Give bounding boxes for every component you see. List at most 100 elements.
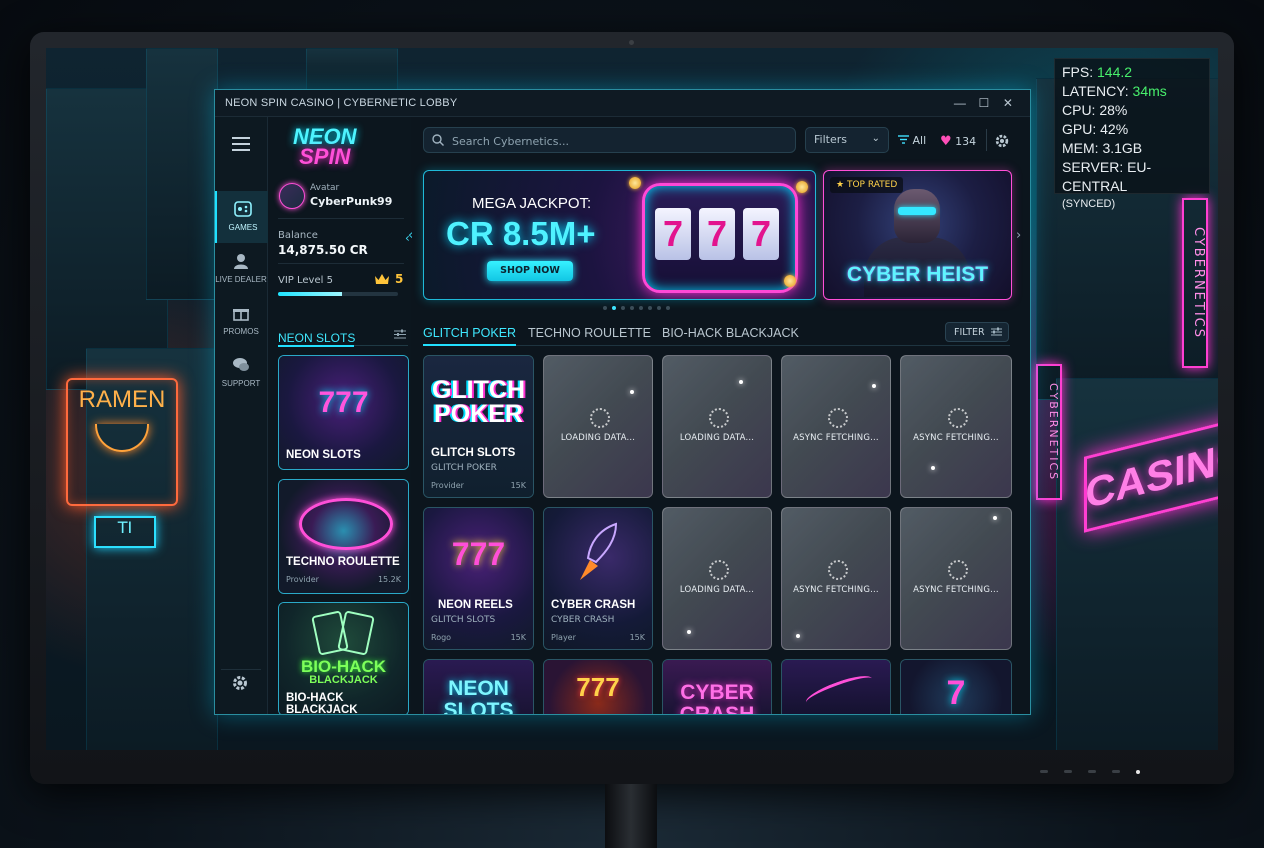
spinner-icon	[709, 559, 729, 580]
card-art	[424, 508, 533, 649]
game-card-lucky-7[interactable]: 7	[900, 659, 1012, 714]
card-meta: Provider 15K	[431, 481, 526, 490]
filter-button-label: FILTER	[954, 327, 985, 338]
game-card-roulette-777[interactable]: 777	[543, 659, 653, 714]
provider-label: Player	[551, 633, 576, 642]
filter-all-toggle[interactable]: All	[898, 134, 926, 147]
rail-item-support[interactable]: SUPPORT	[215, 347, 267, 399]
game-category-tabs: GLITCH POKER TECHNO ROULETTE BIO-HACK BL…	[423, 326, 1010, 346]
tab-neon-slots[interactable]: NEON SLOTS	[278, 331, 355, 345]
search-input[interactable]	[450, 132, 784, 150]
carousel-dot[interactable]	[648, 306, 652, 310]
card-title: CYBER CRASH	[551, 599, 636, 611]
gear-icon[interactable]	[994, 133, 1010, 149]
sliders-icon	[991, 327, 1002, 336]
visor-illustration	[898, 207, 936, 215]
window-title: NEON SPIN CASINO | CYBERNETIC LOBBY	[225, 97, 458, 109]
server-readout: SERVER: EU-CENTRAL	[1062, 159, 1152, 194]
crown-icon	[375, 274, 389, 284]
card-title: NEON SLOTS	[286, 449, 361, 461]
carousel-dot[interactable]	[612, 306, 616, 310]
tab-glitch-poker[interactable]: GLITCH POKER	[423, 326, 517, 346]
coin-icon	[784, 275, 796, 287]
game-card-rocket[interactable]	[781, 659, 891, 714]
sliders-icon[interactable]	[394, 329, 406, 340]
favorites-counter[interactable]: ♥ 134	[940, 134, 976, 149]
loading-text: LOADING DATA...	[679, 432, 755, 443]
sync-status: (SYNCED)	[1062, 198, 1116, 210]
mem-readout: MEM: 3.1GB	[1062, 140, 1143, 156]
avatar[interactable]	[279, 183, 305, 209]
menu-icon[interactable]	[232, 137, 250, 151]
carousel-dot[interactable]	[666, 306, 670, 310]
balance-value: 14,875.50 CR	[278, 243, 368, 257]
game-card-neon-slots-2[interactable]: NEON SLOTS	[423, 659, 534, 714]
rail-label: PROMOS	[223, 327, 259, 336]
carousel-next-chevron-icon[interactable]: ›	[1016, 228, 1021, 243]
building	[146, 48, 218, 300]
side-section-header: NEON SLOTS	[278, 327, 408, 346]
title-bar: NEON SPIN CASINO | CYBERNETIC LOBBY — ☐ …	[215, 90, 1030, 117]
carousel-dot[interactable]	[603, 306, 607, 310]
card-meta: Provider 15.2K	[286, 575, 401, 584]
jackpot-amount: CR 8.5M+	[446, 215, 596, 252]
filter-button[interactable]: FILTER	[945, 322, 1009, 342]
sparkle	[739, 380, 743, 384]
search-bar[interactable]	[423, 127, 796, 153]
game-card-techno-roulette[interactable]: TECHNO ROULETTE Provider 15.2K	[278, 479, 409, 594]
loading-skeleton-tile: ASYNC FETCHING...	[781, 507, 891, 650]
card-art-title: 777	[576, 672, 620, 702]
tab-bio-hack-blackjack[interactable]: BIO-HACK BLACKJACK	[662, 326, 799, 340]
carousel-dot[interactable]	[657, 306, 661, 310]
slot-reels-art: 777	[451, 536, 506, 572]
settings-gear-icon[interactable]	[231, 674, 249, 692]
jackpot-banner[interactable]: MEGA JACKPOT: CR 8.5M+ SHOP NOW 7 7 7	[423, 170, 816, 300]
game-card-cyber-crash-2[interactable]: CYBER CRASH	[662, 659, 772, 714]
spinner-icon	[828, 407, 848, 428]
filter-all-label: All	[912, 134, 927, 147]
carousel-dot[interactable]	[621, 306, 625, 310]
loading-text: LOADING DATA...	[679, 584, 755, 595]
game-card-glitch-slots[interactable]: GLITCH POKER GLITCH SLOTS GLITCH POKER Pr…	[423, 355, 534, 498]
game-card-neon-reels[interactable]: 777 NEON REELS GLITCH SLOTS Rogo 15K	[423, 507, 534, 650]
maximize-button[interactable]: ☐	[972, 96, 996, 110]
players-count: 15K	[510, 481, 526, 490]
game-card-cyber-crash[interactable]: CYBER CRASH CYBER CRASH Player 15K	[543, 507, 653, 650]
rail-item-games[interactable]: GAMES	[215, 191, 269, 243]
rail-item-live-dealer[interactable]: LIVE DEALER	[215, 243, 267, 295]
close-button[interactable]: ✕	[996, 96, 1020, 110]
sparkle	[931, 466, 935, 470]
spinner-icon	[590, 407, 610, 428]
minimize-button[interactable]: —	[948, 96, 972, 110]
fps-readout: FPS: 144.2	[1062, 64, 1133, 80]
ramen-sign-text: RAMEN	[78, 386, 166, 413]
building	[306, 48, 398, 90]
heart-icon: ♥	[940, 134, 952, 149]
game-card-bio-hack-blackjack[interactable]: BIO-HACK BLACKJACK BIO-HACK BLACKJACK	[278, 602, 409, 714]
divider	[986, 129, 987, 151]
monitor-button	[1064, 770, 1072, 773]
card-title: TECHNO ROULETTE	[286, 556, 400, 568]
search-icon	[432, 134, 444, 146]
sparkle	[687, 630, 691, 634]
filters-label: Filters	[814, 133, 847, 146]
spinner-icon	[948, 559, 968, 580]
card-subtitle: GLITCH SLOTS	[431, 615, 496, 625]
rail-item-promos[interactable]: PROMOS	[215, 295, 267, 347]
chat-icon	[233, 358, 249, 371]
tab-techno-roulette[interactable]: TECHNO ROULETTE	[528, 326, 651, 340]
neon-spin-logo: NEON SPIN	[293, 124, 357, 169]
card-subtitle: CYBER CRASH	[551, 615, 615, 625]
filter-lines-icon	[898, 135, 909, 144]
game-card-neon-slots[interactable]: 777 NEON SLOTS	[278, 355, 409, 470]
shop-now-button[interactable]: SHOP NOW	[487, 261, 573, 281]
carousel-prev-chevron-icon[interactable]: ‹	[408, 228, 413, 243]
loading-text: ASYNC FETCHING...	[913, 432, 999, 443]
featured-game-cyber-heist[interactable]: ★ TOP RATED CYBER HEIST	[823, 170, 1012, 300]
card-subtitle: GLITCH POKER	[431, 463, 497, 473]
carousel-dot[interactable]	[639, 306, 643, 310]
provider-label: Provider	[431, 481, 464, 490]
filters-dropdown[interactable]: Filters ⌄	[805, 127, 889, 153]
carousel-dot[interactable]	[630, 306, 634, 310]
spinner-icon	[948, 407, 968, 428]
